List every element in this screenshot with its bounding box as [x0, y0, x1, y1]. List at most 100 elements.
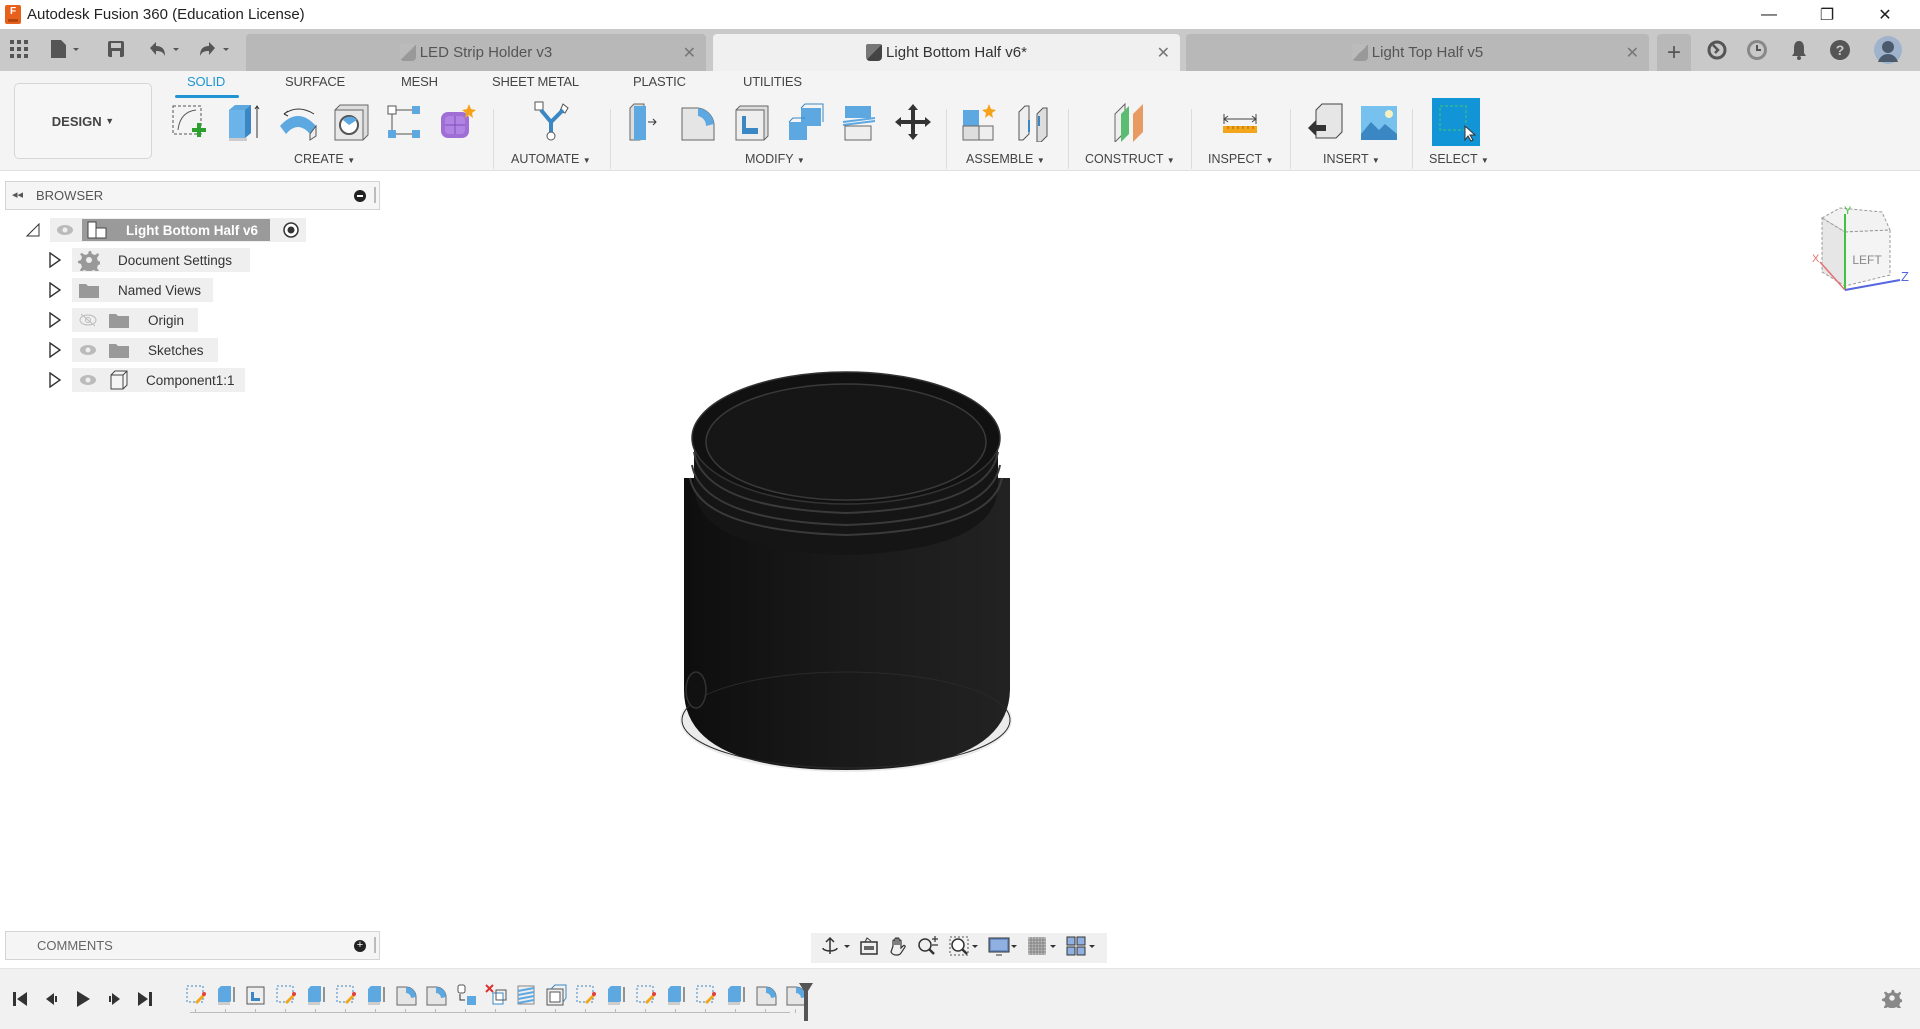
timeline-feature-extrude[interactable]	[215, 984, 237, 1006]
timeline-first-button[interactable]	[10, 989, 30, 1009]
browser-item-component[interactable]: Component1:1	[48, 367, 245, 393]
tab-sheet-metal[interactable]: SHEET METAL	[492, 74, 579, 89]
tab-utilities[interactable]: UTILITIES	[743, 74, 802, 89]
zoom-icon[interactable]	[917, 935, 939, 961]
display-settings-icon[interactable]	[988, 936, 1018, 961]
help-icon[interactable]: ?	[1826, 36, 1854, 64]
insert-canvas-tool[interactable]	[1356, 99, 1402, 145]
timeline-feature-sketch[interactable]	[185, 984, 207, 1006]
viewports-icon[interactable]	[1066, 936, 1096, 961]
tab-solid[interactable]: SOLID	[187, 74, 225, 89]
timeline-feature-delete[interactable]	[485, 984, 507, 1006]
undo-button[interactable]	[147, 37, 181, 61]
eye-hidden-icon[interactable]	[78, 313, 98, 327]
timeline-feature-sketch[interactable]	[695, 984, 717, 1006]
timeline-feature-fillet[interactable]	[755, 984, 777, 1006]
new-tab-button[interactable]: +	[1657, 34, 1691, 71]
notifications-icon[interactable]	[1785, 36, 1813, 64]
job-status-icon[interactable]	[1743, 36, 1771, 64]
extensions-icon[interactable]	[1703, 36, 1731, 64]
redo-button[interactable]	[197, 37, 231, 61]
expand-triangle-icon[interactable]	[48, 342, 62, 358]
close-tab-icon[interactable]: ✕	[1626, 43, 1639, 63]
tab-mesh[interactable]: MESH	[401, 74, 438, 89]
tab-light-top-half[interactable]: Light Top Half v5 ✕	[1186, 34, 1649, 71]
timeline-last-button[interactable]	[135, 989, 155, 1009]
joint-tool[interactable]	[1010, 99, 1056, 145]
expand-triangle-icon[interactable]	[48, 282, 62, 298]
automate-group-label[interactable]: AUTOMATE ▼	[511, 152, 591, 166]
select-tool[interactable]	[1432, 98, 1480, 146]
close-tab-icon[interactable]: ✕	[683, 43, 696, 63]
timeline-previous-button[interactable]	[42, 989, 62, 1009]
expand-triangle-icon[interactable]	[48, 312, 62, 328]
offset-plane-tool[interactable]	[1106, 99, 1152, 145]
file-menu-button[interactable]	[50, 37, 80, 61]
construct-group-label[interactable]: CONSTRUCT ▼	[1085, 152, 1175, 166]
timeline-feature-extrude[interactable]	[305, 984, 327, 1006]
browser-item-origin[interactable]: Origin	[48, 307, 199, 333]
browser-item-sketches[interactable]: Sketches	[48, 337, 218, 363]
eye-icon[interactable]	[78, 343, 98, 357]
expand-triangle-icon[interactable]	[48, 372, 62, 388]
tab-surface[interactable]: SURFACE	[285, 74, 345, 89]
timeline-settings-icon[interactable]	[1882, 988, 1903, 1013]
timeline-next-button[interactable]	[104, 989, 124, 1009]
close-button[interactable]: ✕	[1856, 0, 1914, 29]
select-group-label[interactable]: SELECT ▼	[1429, 152, 1489, 166]
model-3d-viewport-body[interactable]	[670, 360, 1030, 780]
collapse-triangle-icon[interactable]	[26, 223, 40, 237]
measure-tool[interactable]	[1217, 99, 1263, 145]
browser-root-node[interactable]: Light Bottom Half v6	[26, 217, 306, 243]
create-group-label[interactable]: CREATE ▼	[294, 152, 355, 166]
tab-light-bottom-half[interactable]: Light Bottom Half v6* ✕	[713, 34, 1180, 71]
automate-tool[interactable]	[528, 99, 574, 145]
fillet-tool[interactable]	[675, 99, 721, 145]
pan-icon[interactable]	[888, 936, 908, 961]
insert-group-label[interactable]: INSERT ▼	[1323, 152, 1380, 166]
timeline-feature-offset[interactable]	[545, 984, 567, 1006]
comments-resize-handle[interactable]	[374, 937, 376, 953]
timeline-feature-extrude[interactable]	[365, 984, 387, 1006]
timeline-feature-sketch[interactable]	[275, 984, 297, 1006]
fit-icon[interactable]	[949, 936, 979, 961]
add-comment-icon[interactable]: +	[354, 940, 366, 952]
timeline-feature-move[interactable]	[455, 984, 477, 1006]
collapse-browser-icon[interactable]: ◂◂	[12, 188, 23, 201]
split-body-tool[interactable]	[836, 99, 882, 145]
tab-plastic[interactable]: PLASTIC	[633, 74, 686, 89]
timeline-feature-sketch[interactable]	[635, 984, 657, 1006]
grid-icon[interactable]	[1027, 936, 1057, 961]
timeline-feature-coil[interactable]	[515, 984, 537, 1006]
revolve-tool[interactable]	[275, 99, 321, 145]
assemble-group-label[interactable]: ASSEMBLE ▼	[966, 152, 1045, 166]
user-avatar[interactable]	[1874, 36, 1902, 64]
move-copy-tool[interactable]	[890, 99, 936, 145]
timeline-feature-sketch[interactable]	[575, 984, 597, 1006]
viewcube[interactable]: LEFT Y Z X	[1800, 200, 1910, 295]
timeline-feature-fillet[interactable]	[425, 984, 447, 1006]
close-tab-icon[interactable]: ✕	[1157, 43, 1170, 63]
create-form-tool[interactable]	[434, 99, 480, 145]
timeline-feature-shell[interactable]	[245, 984, 267, 1006]
activate-radio-icon[interactable]	[282, 221, 300, 239]
restore-button[interactable]: ❐	[1798, 0, 1856, 29]
inspect-group-label[interactable]: INSPECT ▼	[1208, 152, 1273, 166]
minimize-button[interactable]: —	[1740, 0, 1798, 29]
eye-icon[interactable]	[56, 224, 74, 236]
browser-item-named-views[interactable]: Named Views	[48, 277, 214, 303]
eye-icon[interactable]	[78, 373, 98, 387]
modify-group-label[interactable]: MODIFY ▼	[745, 152, 805, 166]
new-component-tool[interactable]	[956, 99, 1002, 145]
combine-tool[interactable]	[782, 99, 828, 145]
workspace-switcher[interactable]: DESIGN ▼	[14, 83, 152, 159]
browser-resize-handle[interactable]	[374, 187, 376, 203]
save-icon[interactable]	[107, 37, 125, 61]
timeline-feature-extrude[interactable]	[605, 984, 627, 1006]
pattern-tool[interactable]	[381, 99, 427, 145]
timeline-feature-sketch[interactable]	[335, 984, 357, 1006]
timeline-play-button[interactable]	[73, 989, 93, 1009]
timeline-marker[interactable]	[798, 982, 814, 1022]
app-grid-icon[interactable]	[10, 37, 28, 61]
browser-item-document-settings[interactable]: Document Settings	[48, 247, 251, 273]
